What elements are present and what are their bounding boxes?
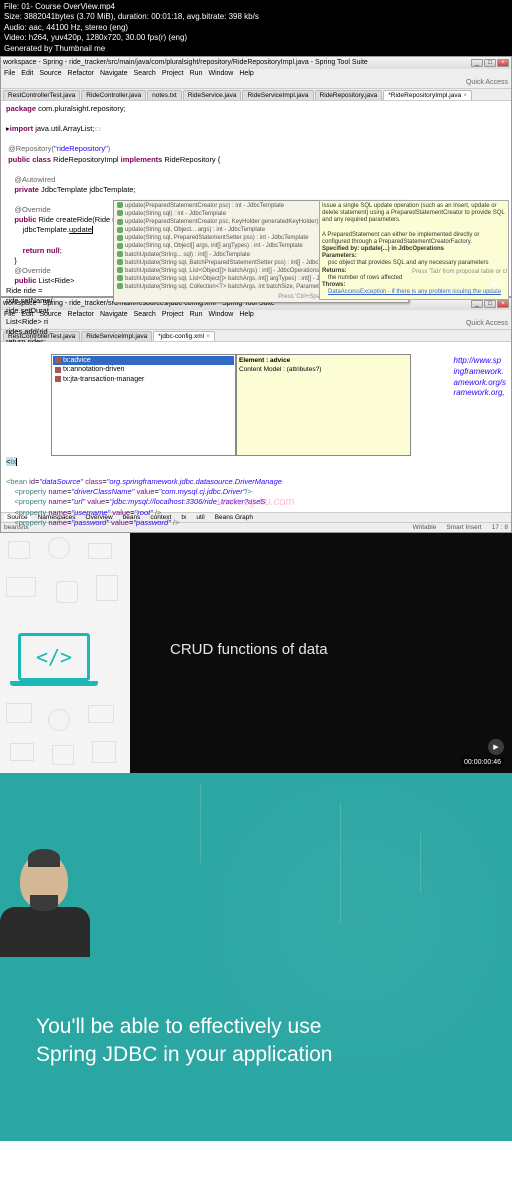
timestamp: 00:00:00:46 xyxy=(461,758,504,767)
menubar: File Edit Source Refactor Navigate Searc… xyxy=(1,69,511,78)
slide-crud: </> CRUD functions of data ▶ 00:00:00:46 xyxy=(0,533,512,773)
maximize-button[interactable]: □ xyxy=(484,59,496,67)
xml-editor[interactable]: tx:advice tx:annotation-driven tx:jta-tr… xyxy=(1,342,511,512)
element-icon xyxy=(55,357,61,363)
toolbar: Quick Access xyxy=(1,78,511,89)
meta-file: File: 01- Course OverView.mp4 xyxy=(4,2,508,12)
tab[interactable]: RideRepository.java xyxy=(315,90,383,100)
xml-assist-popup[interactable]: tx:advice tx:annotation-driven tx:jta-tr… xyxy=(51,354,411,456)
menu-item[interactable]: Project xyxy=(162,70,184,77)
xml-doc-popup: Element : advice Content Model : (attrib… xyxy=(236,354,411,456)
tab-active[interactable]: *RideRepositoryImpl.java× xyxy=(383,90,472,100)
menu-item[interactable]: File xyxy=(4,70,15,77)
menu-item[interactable]: Window xyxy=(208,70,233,77)
menu-item[interactable]: Navigate xyxy=(100,70,128,77)
person-graphic xyxy=(20,853,90,957)
code-icon: </> xyxy=(36,645,72,669)
menu-item[interactable]: Edit xyxy=(21,70,33,77)
titlebar[interactable]: workspace - Spring - ride_tracker/src/ma… xyxy=(1,57,511,69)
meta-video: Video: h264, yuv420p, 1280x720, 30.00 fp… xyxy=(4,33,508,43)
minimize-button[interactable]: _ xyxy=(471,59,483,67)
tab[interactable]: notes.txt xyxy=(147,90,182,100)
menu-item[interactable]: Help xyxy=(239,70,253,77)
menu-item[interactable]: Refactor xyxy=(68,70,94,77)
close-tab-icon[interactable]: × xyxy=(463,92,467,99)
code-editor[interactable]: package package com.pluralsight.reposito… xyxy=(1,101,511,296)
video-metadata: File: 01- Course OverView.mp4 Size: 3882… xyxy=(0,0,512,56)
tab[interactable]: RideController.java xyxy=(81,90,146,100)
menu-item[interactable]: Source xyxy=(39,70,61,77)
pattern-sidebar: </> xyxy=(0,533,130,773)
xml-assist-item[interactable]: tx:jta-transaction-manager xyxy=(53,375,234,384)
method-icon xyxy=(117,202,123,208)
meta-gen: Generated by Thumbnail me xyxy=(4,44,508,54)
javadoc-popup: Issue a single SQL update operation (suc… xyxy=(319,200,509,300)
ide-window-java: workspace - Spring - ride_tracker/src/ma… xyxy=(0,56,512,297)
partial-visible-text: http://www.sp ingframework. amework.org/… xyxy=(454,356,506,399)
tab[interactable]: RideServiceImpl.java xyxy=(242,90,313,100)
xml-assist-item[interactable]: tx:advice xyxy=(53,356,234,365)
close-button[interactable]: × xyxy=(497,59,509,67)
hint2: Press 'Tab' from proposal table or cl xyxy=(412,268,507,276)
menu-item[interactable]: Run xyxy=(190,70,203,77)
laptop-icon: </> xyxy=(18,633,98,686)
quick-access[interactable]: Quick Access xyxy=(466,79,508,86)
tab[interactable]: RideService.java xyxy=(183,90,242,100)
watermark: www.cg-ku.com xyxy=(217,495,294,510)
xml-assist-item[interactable]: tx:annotation-driven xyxy=(53,365,234,374)
slide-text: You'll be able to effectively use Spring… xyxy=(36,1013,332,1070)
play-icon[interactable]: ▶ xyxy=(488,739,504,755)
tab[interactable]: RestControllerTest.java xyxy=(3,90,80,100)
slide-heading: CRUD functions of data xyxy=(170,641,328,658)
play-icon[interactable]: ▶ xyxy=(487,276,503,292)
meta-audio: Audio: aac, 44100 Hz, stereo (eng) xyxy=(4,23,508,33)
window-title: workspace - Spring - ride_tracker/src/ma… xyxy=(3,59,368,66)
text-cursor xyxy=(92,226,93,234)
menu-item[interactable]: Search xyxy=(134,70,156,77)
meta-size: Size: 3882041bytes (3.70 MiB), duration:… xyxy=(4,12,508,22)
editor-tabs: RestControllerTest.java RideController.j… xyxy=(1,89,511,101)
slide-teal: You'll be able to effectively use Spring… xyxy=(0,773,512,1141)
